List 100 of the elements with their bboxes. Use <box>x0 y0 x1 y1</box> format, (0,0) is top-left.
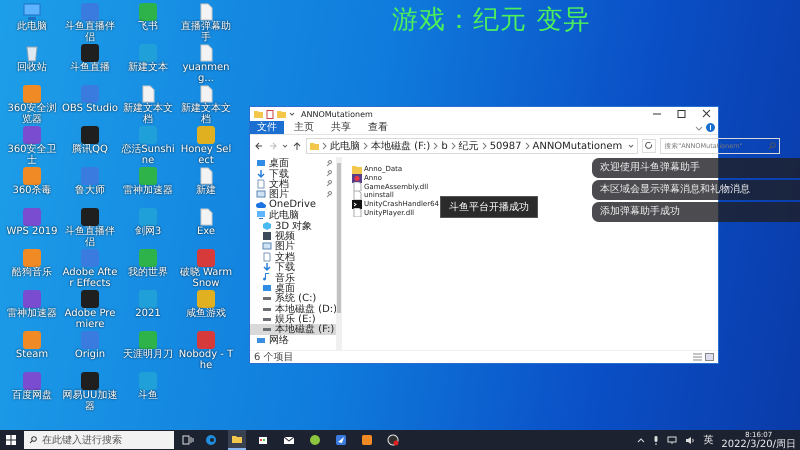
desktop-icon <box>262 282 272 293</box>
speaker-icon[interactable] <box>685 436 696 444</box>
desktop-icon-label[interactable]: 斗鱼直播 <box>70 63 110 74</box>
back-arrow-icon[interactable] <box>254 141 264 151</box>
nav-item[interactable]: 系统 (C:) <box>250 293 336 304</box>
nav-item[interactable]: OneDrive <box>250 200 336 210</box>
nav-item[interactable]: 本地磁盘 (F:) <box>250 324 336 335</box>
danmaku-message: 添加弹幕助手成功 <box>592 202 800 222</box>
nav-item[interactable]: 桌面 <box>250 158 336 168</box>
nav-item[interactable]: 3D 对象 <box>250 220 336 231</box>
scrollbar[interactable] <box>336 157 342 350</box>
taskbar-search-field[interactable]: 在此键入进行搜索 <box>24 431 174 449</box>
task-view-icon[interactable] <box>182 435 194 445</box>
dropdown-caret-icon[interactable] <box>628 143 634 149</box>
desktop-icon-label[interactable]: Steam <box>16 350 48 360</box>
nav-item[interactable]: 图片 <box>250 241 336 252</box>
desktop-icon-label[interactable]: 新建文本 <box>128 63 168 74</box>
desktop-icon-label[interactable]: 斗鱼 <box>138 391 158 402</box>
windows-logo-icon[interactable] <box>6 435 16 445</box>
desktop-icon-label[interactable]: 斗鱼直播伴侣 <box>62 22 118 43</box>
desktop-icon-label[interactable]: OBS Studio <box>62 104 118 114</box>
refresh-icon[interactable] <box>642 139 656 153</box>
desktop-icon-label[interactable]: 回收站 <box>17 63 47 74</box>
network-icon[interactable] <box>667 436 678 444</box>
nav-item[interactable]: 本地磁盘 (D:) <box>250 303 336 314</box>
breadcrumb-link[interactable]: 50987 <box>490 140 522 152</box>
desktop-icon-label[interactable]: 新建 <box>196 186 216 196</box>
up-arrow-icon[interactable] <box>292 141 302 151</box>
desktop-icon-label[interactable]: 腾讯QQ <box>72 145 108 156</box>
chevron-up-icon[interactable] <box>637 436 646 444</box>
desktop-icon-label[interactable]: 新建文本文档 <box>178 104 234 125</box>
nav-item[interactable]: 文档 <box>250 252 336 262</box>
desktop-icon-label[interactable]: 鲁大师 <box>75 186 105 196</box>
desktop-icon-label[interactable]: 直播弹幕助手 <box>178 22 234 43</box>
ribbon-tab[interactable]: 文件 <box>250 121 284 134</box>
desktop-icon-label[interactable]: Honey Select <box>178 145 234 166</box>
desktop-icon-label[interactable]: 此电脑 <box>17 22 47 32</box>
desktop-icon-label[interactable]: 破晓 Warm Snow <box>178 268 234 289</box>
computer-icon <box>22 3 42 21</box>
desktop-icon-label[interactable]: 360安全浏览器 <box>4 104 60 125</box>
folder-icon <box>310 142 319 150</box>
scroll-thumb[interactable] <box>337 163 341 313</box>
nav-item[interactable]: 娱乐 (E:) <box>250 314 336 324</box>
nav-item[interactable]: 下载 <box>250 262 336 272</box>
address-bar[interactable]: 此电脑 本地磁盘 (F:) b 纪元 50987 ANNOMutationem <box>306 138 638 154</box>
desktop-icon <box>256 158 266 168</box>
desktop-icon-label[interactable]: Nobody - The <box>178 350 234 371</box>
ribbon-tab[interactable]: 查看 <box>361 121 395 134</box>
desktop-icon-label[interactable]: 斗鱼直播伴侣 <box>62 227 118 248</box>
breadcrumb-link[interactable]: 此电脑 <box>330 139 360 153</box>
desktop-icon-label[interactable]: WPS 2019 <box>6 227 58 238</box>
desktop-icon-label[interactable]: 天涯明月刀 <box>123 350 173 360</box>
breadcrumb-link[interactable]: b <box>441 140 448 152</box>
desktop-icon-label[interactable]: 360安全卫士 <box>4 145 60 166</box>
nav-item[interactable]: 桌面 <box>250 282 336 294</box>
desktop-icon-label[interactable]: Adobe After Effects <box>62 268 118 289</box>
desktop-icon-label[interactable]: 网易UU加速器 <box>62 391 118 412</box>
app-icon <box>196 290 216 308</box>
desktop-icon-label[interactable]: Exe <box>196 227 216 238</box>
nav-item[interactable]: 下载 <box>250 168 336 179</box>
app-icon <box>80 44 100 62</box>
input-method-indicator[interactable]: 英 <box>703 433 714 447</box>
desktop-icon-label[interactable]: 雷神加速器 <box>123 186 173 196</box>
desktop-icon-label[interactable]: 飞书 <box>138 22 158 32</box>
expand-caret-icon[interactable] <box>695 124 703 132</box>
breadcrumb-link[interactable]: 纪元 <box>458 139 479 153</box>
desktop-icon-label[interactable]: yuanmeng... <box>178 63 234 84</box>
chevron-icon <box>482 142 487 150</box>
app-icon <box>361 434 373 446</box>
taskbar-app-button[interactable] <box>228 430 246 450</box>
breadcrumb-link[interactable]: ANNOMutationem <box>532 140 622 152</box>
desktop-icon-label[interactable]: Adobe Premiere <box>62 309 118 330</box>
desktop-icon-label[interactable]: 剑网3 <box>134 227 162 238</box>
desktop-icon-label[interactable]: 360杀毒 <box>12 186 52 196</box>
nav-item[interactable]: 视频 <box>250 230 336 242</box>
nav-item[interactable]: 音乐 <box>250 272 336 283</box>
nav-item[interactable]: 文档 <box>250 178 336 190</box>
dropdown-caret-icon[interactable] <box>289 111 295 117</box>
app-icon <box>138 249 158 267</box>
desktop-icon-label[interactable]: Origin <box>74 350 106 360</box>
nav-item[interactable]: 网络 <box>250 334 336 346</box>
desktop-icon-label[interactable]: 恋活Sunshine <box>120 145 176 166</box>
help-icon[interactable] <box>706 123 715 132</box>
desktop-icon-label[interactable]: 百度网盘 <box>12 391 52 402</box>
app-icon <box>80 85 100 103</box>
microphone-icon[interactable] <box>653 436 660 444</box>
desktop-icon-label[interactable]: 新建文本文档 <box>120 104 176 125</box>
app-icon <box>80 208 100 226</box>
desktop-icon-label[interactable]: 酷狗音乐 <box>12 268 52 278</box>
desktop-icon-label[interactable]: 2021 <box>135 309 161 320</box>
desktop-icon-label[interactable]: 雷神加速器 <box>7 309 57 320</box>
breadcrumb-link[interactable]: 本地磁盘 (F:) <box>371 139 430 153</box>
ribbon-tab[interactable]: 共享 <box>324 121 358 134</box>
ribbon-tab[interactable]: 主页 <box>287 121 321 134</box>
details-view-icon[interactable] <box>693 353 702 361</box>
desktop-icon-label[interactable]: 我的世界 <box>128 268 168 278</box>
nav-item[interactable]: 此电脑 <box>250 210 336 220</box>
large-icons-view-icon[interactable] <box>705 353 714 361</box>
nav-item[interactable]: 图片 <box>250 189 336 200</box>
desktop-icon-label[interactable]: 咸鱼游戏 <box>186 309 226 320</box>
